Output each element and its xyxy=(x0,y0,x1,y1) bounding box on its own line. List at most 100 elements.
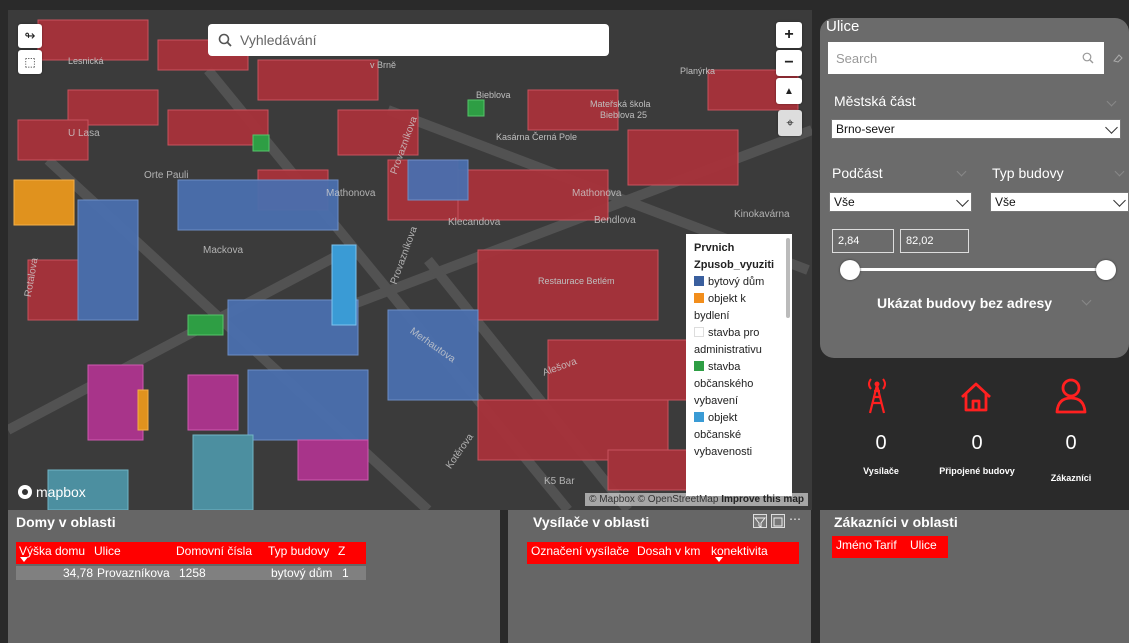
slider-handle-max[interactable] xyxy=(1096,260,1116,280)
typ-budovy-label: Typ budovy xyxy=(992,165,1064,181)
label-kleandova: Klecandova xyxy=(448,217,501,228)
map-attribution: © Mapbox © OpenStreetMap Improve this ma… xyxy=(585,493,808,506)
slider-handle-min[interactable] xyxy=(840,260,860,280)
focus-mode-icon[interactable] xyxy=(771,514,785,528)
legend-title-2: Zpusob_vyuziti xyxy=(694,259,775,271)
legend-item: stavba xyxy=(694,359,784,376)
mapbox-logo-icon xyxy=(18,485,32,499)
antenna-icon xyxy=(868,378,886,414)
legend-item: objekt k xyxy=(694,291,784,308)
legend-item-cont: vybavenosti xyxy=(694,446,753,458)
legend-item: stavba pro xyxy=(694,325,784,342)
chevron-down-icon[interactable] xyxy=(956,166,967,177)
compass-icon[interactable]: ▲ xyxy=(776,78,802,104)
improve-map-link[interactable]: Improve this map xyxy=(721,494,804,505)
mapbox-logo[interactable]: mapbox xyxy=(18,484,86,500)
label-mackova: Mackova xyxy=(203,245,244,256)
street-search-input[interactable]: Search xyxy=(828,42,1104,74)
map-view[interactable]: Lesnická v Brně Planýrka Bieblova Mateřs… xyxy=(8,10,812,510)
customers-count: 0 xyxy=(1065,432,1077,454)
reset-view-icon[interactable]: ⌖ xyxy=(778,110,802,136)
transmitters-label: Vysílače xyxy=(863,466,899,476)
zoom-out-button[interactable]: − xyxy=(776,50,802,76)
mestska-cast-select[interactable]: Brno-sever xyxy=(831,119,1121,139)
navigate-icon[interactable]: ↬ xyxy=(18,24,42,48)
column-header[interactable]: Označení vysílače xyxy=(527,542,637,558)
panel-title: Ulice xyxy=(826,18,860,35)
label-bendlova: Bendlova xyxy=(594,215,636,226)
table-row[interactable]: 34,78 Provazníkova 1258 bytový dům 1 xyxy=(16,566,366,580)
legend-item-cont: vybavení xyxy=(694,395,739,407)
cell-cislo: 1258 xyxy=(179,566,206,580)
customers-panel: Zákazníci v oblasti Jméno Tarif Ulice xyxy=(820,510,1129,643)
column-header[interactable]: Tarif xyxy=(874,536,910,552)
column-header[interactable]: Jméno xyxy=(832,536,874,552)
zoom-in-button[interactable]: + xyxy=(776,22,802,48)
map-legend: Prvnich Zpusob_vyuziti bytový dům objekt… xyxy=(686,234,792,496)
home-icon xyxy=(961,382,991,412)
chevron-down-icon xyxy=(956,194,969,207)
typ-budovy-select[interactable]: Vše xyxy=(990,192,1129,212)
transmitters-count: 0 xyxy=(875,432,887,454)
label-mathonova-2: Mathonova xyxy=(572,188,622,199)
select-area-icon[interactable]: ⬚ xyxy=(18,50,42,74)
connected-buildings-label: Připojené budovy xyxy=(939,466,1015,476)
label-ulasa: U Lasa xyxy=(68,128,100,139)
column-header[interactable]: Výška domu xyxy=(16,542,94,562)
transmitters-table-header: Označení vysílače Dosah v km konektivita xyxy=(527,542,799,564)
height-range-slider[interactable] xyxy=(850,268,1106,271)
legend-item: objekt xyxy=(694,410,784,427)
label-materska2: Bieblova 25 xyxy=(600,110,648,120)
chevron-down-icon xyxy=(1113,194,1126,207)
column-header[interactable]: Typ budovy xyxy=(268,542,338,558)
column-header[interactable]: Ulice xyxy=(910,536,946,552)
customers-table-header: Jméno Tarif Ulice xyxy=(832,536,948,558)
label-lesnicka: Lesnická xyxy=(68,56,104,66)
houses-table-header: Výška domu Ulice Domovní čísla Typ budov… xyxy=(16,542,366,564)
legend-item-cont: občanské xyxy=(694,429,742,441)
label-kinokavarna: Kinokavárna xyxy=(734,209,790,220)
legend-title-1: Prvnich xyxy=(694,242,735,254)
houses-title: Domy v oblasti xyxy=(16,514,116,530)
column-header[interactable]: Z xyxy=(338,542,358,558)
dashboard: Lesnická v Brně Planýrka Bieblova Mateřs… xyxy=(0,0,1129,643)
podcast-select[interactable]: Vše xyxy=(829,192,972,212)
label-k5bar: K5 Bar xyxy=(544,476,575,487)
column-header[interactable]: Dosah v km xyxy=(637,542,711,558)
filter-panel: Ulice Search Městská část Brno-sever Pod… xyxy=(820,18,1129,358)
sort-desc-icon[interactable] xyxy=(715,557,723,562)
chevron-down-icon[interactable] xyxy=(1106,96,1117,107)
chevron-down-icon xyxy=(1105,121,1118,134)
sort-desc-icon[interactable] xyxy=(20,557,28,562)
show-no-address-toggle[interactable]: Ukázat budovy bez adresy xyxy=(877,295,1052,311)
transmitters-title: Vysílače v oblasti xyxy=(533,514,650,530)
chevron-down-icon[interactable] xyxy=(1081,295,1092,306)
filter-icon[interactable] xyxy=(753,514,767,528)
range-max-input[interactable]: 82,02 xyxy=(900,229,969,253)
user-icon xyxy=(1055,378,1087,414)
more-options-icon[interactable]: ⋯ xyxy=(789,513,803,528)
mestska-cast-label: Městská část xyxy=(834,93,916,109)
column-header[interactable]: Domovní čísla xyxy=(176,542,268,558)
legend-scrollbar[interactable] xyxy=(786,238,790,318)
houses-panel: Domy v oblasti Výška domu Ulice Domovní … xyxy=(8,510,500,643)
connected-buildings-count: 0 xyxy=(971,432,983,454)
customers-title: Zákazníci v oblasti xyxy=(834,514,958,530)
label-mathonova: Mathonova xyxy=(326,188,376,199)
cell-vyska: 34,78 xyxy=(62,566,93,580)
label-materska: Mateřská škola xyxy=(590,99,651,109)
cell-z: 1 xyxy=(342,566,349,580)
column-header[interactable]: konektivita xyxy=(711,542,791,562)
eraser-icon[interactable] xyxy=(1112,52,1124,64)
label-orte: Orte Pauli xyxy=(144,170,189,181)
map-search-input[interactable]: Vyhledávání xyxy=(208,24,609,56)
map-search-placeholder: Vyhledávání xyxy=(240,32,317,48)
column-header[interactable]: Ulice xyxy=(94,542,176,558)
transmitters-panel: Vysílače v oblasti ⋯ Označení vysílače D… xyxy=(508,510,811,643)
label-bieblova: Bieblova xyxy=(476,90,511,100)
customers-label: Zákazníci xyxy=(1050,473,1092,483)
chevron-down-icon[interactable] xyxy=(1114,166,1125,177)
search-icon xyxy=(1082,52,1094,64)
range-min-input[interactable]: 2,84 xyxy=(832,229,894,253)
label-planirka: Planýrka xyxy=(680,66,716,76)
